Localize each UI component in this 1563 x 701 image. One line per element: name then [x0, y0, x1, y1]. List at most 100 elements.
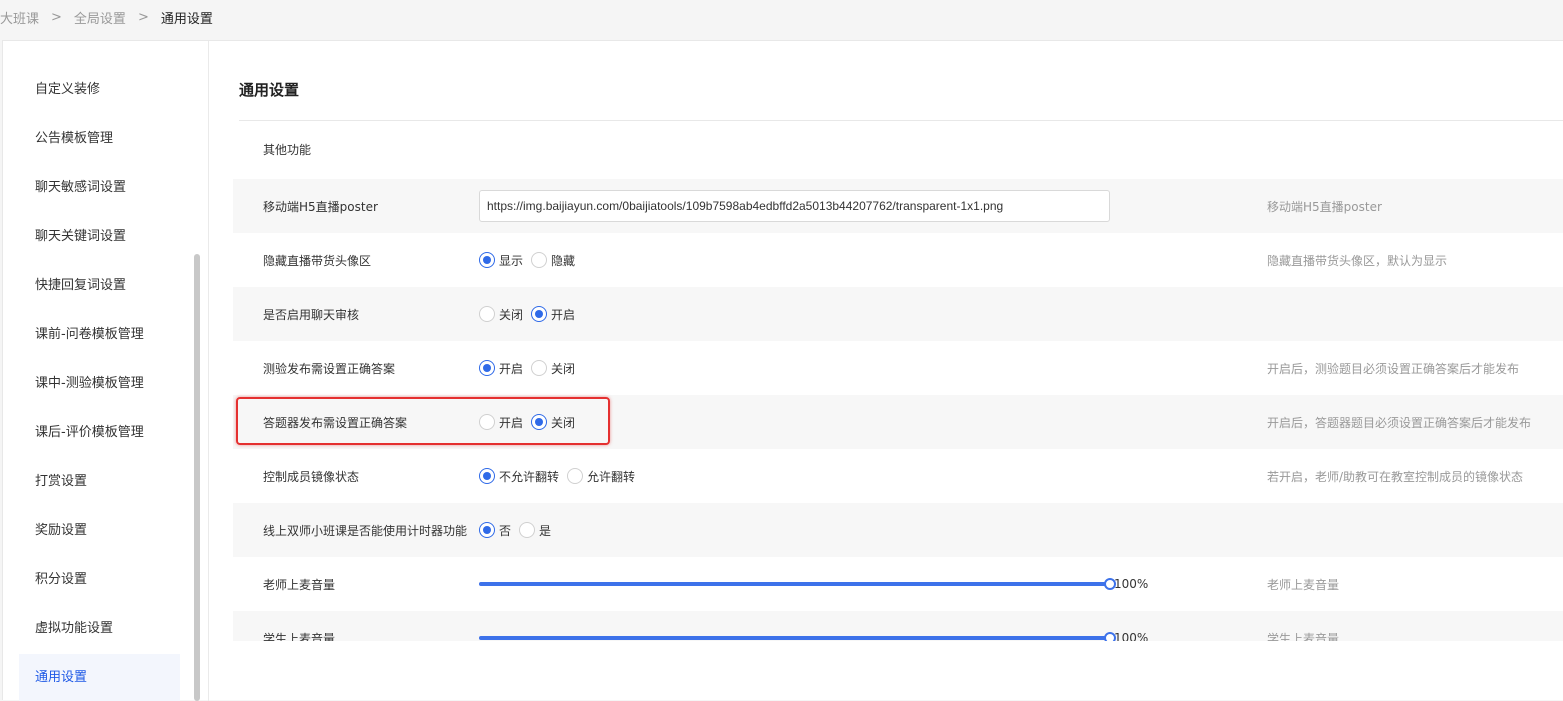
radio-unchecked-icon [479, 306, 495, 322]
divider [239, 120, 1563, 121]
radio-on[interactable]: 开启 [479, 414, 523, 431]
setting-label: 隐藏直播带货头像区 [263, 253, 372, 268]
setting-label: 答题器发布需设置正确答案 [263, 415, 408, 430]
sidebar-item-chat-sensitive-words[interactable]: 聊天敏感词设置 [19, 164, 180, 212]
radio-label: 隐藏 [551, 253, 576, 268]
setting-row-student-volume: 学生上麦音量 100% 学生上麦音量 [233, 611, 1563, 641]
radio-label: 显示 [499, 253, 524, 268]
radio-label: 开启 [551, 307, 576, 322]
slider-handle[interactable] [1104, 578, 1116, 590]
setting-label: 移动端H5直播poster [263, 199, 378, 214]
sidebar-scrollbar[interactable] [194, 254, 200, 701]
radio-off[interactable]: 关闭 [531, 414, 575, 431]
breadcrumb-separator: > [51, 9, 62, 25]
radio-unchecked-icon [567, 468, 584, 484]
sidebar-item-points[interactable]: 积分设置 [19, 556, 180, 604]
section-title: 其他功能 [263, 143, 312, 157]
sidebar-item-virtual-features[interactable]: 虚拟功能设置 [19, 605, 180, 653]
radio-off[interactable]: 关闭 [531, 360, 575, 377]
radio-show[interactable]: 显示 [479, 252, 523, 269]
sidebar-item-quick-replies[interactable]: 快捷回复词设置 [19, 262, 180, 310]
radio-unchecked-icon [519, 522, 536, 538]
radio-label: 不允许翻转 [499, 469, 560, 484]
setting-row-timer-feature: 线上双师小班课是否能使用计时器功能 否 是 [233, 503, 1563, 557]
setting-description: 隐藏直播带货头像区，默认为显示 [1267, 253, 1448, 268]
teacher-volume-slider[interactable] [479, 578, 1116, 590]
setting-description: 若开启，老师/助教可在教室控制成员的镜像状态 [1267, 469, 1524, 484]
radio-unchecked-icon [531, 252, 548, 268]
radio-label: 开启 [499, 415, 524, 430]
radio-unchecked-icon [531, 360, 548, 376]
radio-checked-icon [479, 522, 495, 538]
sidebar-item-custom-decoration[interactable]: 自定义装修 [19, 66, 180, 114]
radio-allow-flip[interactable]: 允许翻转 [567, 468, 635, 485]
breadcrumb: 大班课 > 全局设置 > 通用设置 [0, 0, 213, 34]
radio-yes[interactable]: 是 [519, 522, 551, 539]
radio-no-flip[interactable]: 不允许翻转 [479, 468, 559, 485]
page-title: 通用设置 [239, 81, 300, 99]
setting-description: 开启后，测验题目必须设置正确答案后才能发布 [1267, 361, 1520, 376]
sidebar-item-pre-class-survey[interactable]: 课前-问卷模板管理 [19, 311, 180, 359]
radio-group: 不允许翻转 允许翻转 [479, 468, 643, 485]
main-content: 通用设置 其他功能 移动端H5直播poster https://img.baij… [210, 41, 1563, 641]
poster-url-input[interactable]: https://img.baijiayun.com/0baijiatools/1… [479, 190, 1110, 222]
setting-row-chat-review: 是否启用聊天审核 关闭 开启 [233, 287, 1563, 341]
radio-checked-icon [479, 468, 495, 484]
radio-checked-icon [479, 252, 495, 268]
setting-description: 开启后，答题器题目必须设置正确答案后才能发布 [1267, 415, 1532, 430]
sidebar-item-general-settings[interactable]: 通用设置 [19, 654, 180, 701]
radio-group: 开启 关闭 [479, 360, 583, 377]
setting-description: 移动端H5直播poster [1267, 199, 1382, 214]
radio-label: 允许翻转 [587, 469, 636, 484]
breadcrumb-separator: > [137, 9, 149, 25]
setting-row-quiz-correct-answer: 测验发布需设置正确答案 开启 关闭 开启后，测验题目必须设置正确答案后才能发布 [233, 341, 1563, 395]
slider-fill [479, 636, 1110, 640]
radio-label: 关闭 [551, 361, 576, 376]
radio-checked-icon [531, 306, 548, 322]
sidebar-item-announcement-templates[interactable]: 公告模板管理 [19, 115, 180, 163]
sidebar-item-in-class-quiz[interactable]: 课中-测验模板管理 [19, 360, 180, 408]
setting-label: 测验发布需设置正确答案 [263, 361, 396, 376]
radio-hide[interactable]: 隐藏 [531, 252, 575, 269]
radio-unchecked-icon [479, 414, 495, 430]
radio-label: 开启 [499, 361, 524, 376]
radio-group: 显示 隐藏 [479, 252, 583, 269]
radio-group: 关闭 开启 [479, 306, 583, 323]
breadcrumb-item-class[interactable]: 大班课 [0, 8, 39, 27]
setting-row-answerer-correct-answer: 答题器发布需设置正确答案 开启 关闭 开启后，答题器题目必须设置正确答案后才能发… [233, 395, 1563, 449]
radio-checked-icon [479, 360, 495, 376]
settings-panel: 自定义装修 公告模板管理 聊天敏感词设置 聊天关键词设置 快捷回复词设置 课前-… [2, 40, 1563, 701]
breadcrumb-item-global-settings[interactable]: 全局设置 [74, 8, 126, 27]
setting-description: 老师上麦音量 [1267, 577, 1340, 592]
setting-row-hide-avatar-area: 隐藏直播带货头像区 显示 隐藏 隐藏直播带货头像区，默认为显示 [233, 233, 1563, 287]
sidebar: 自定义装修 公告模板管理 聊天敏感词设置 聊天关键词设置 快捷回复词设置 课前-… [3, 41, 209, 701]
radio-label: 是 [539, 523, 552, 538]
radio-on[interactable]: 开启 [479, 360, 523, 377]
radio-off[interactable]: 关闭 [479, 306, 523, 323]
slider-fill [479, 582, 1110, 586]
breadcrumb-current: 通用设置 [160, 11, 213, 27]
slider-handle[interactable] [1104, 632, 1116, 641]
sidebar-item-post-class-evaluation[interactable]: 课后-评价模板管理 [19, 409, 180, 457]
slider-value: 100% [1114, 577, 1149, 591]
setting-label: 学生上麦音量 [263, 631, 336, 642]
setting-label: 线上双师小班课是否能使用计时器功能 [263, 523, 468, 538]
radio-group: 否 是 [479, 522, 559, 539]
setting-row-h5-poster: 移动端H5直播poster https://img.baijiayun.com/… [233, 179, 1563, 233]
setting-label: 老师上麦音量 [263, 577, 336, 592]
radio-group: 开启 关闭 [479, 414, 583, 431]
setting-row-teacher-volume: 老师上麦音量 100% 老师上麦音量 [233, 557, 1563, 611]
setting-description: 学生上麦音量 [1267, 631, 1340, 642]
radio-label: 否 [499, 523, 512, 538]
radio-label: 关闭 [499, 307, 524, 322]
radio-no[interactable]: 否 [479, 522, 511, 539]
setting-label: 是否启用聊天审核 [263, 307, 360, 322]
sidebar-item-rewards[interactable]: 奖励设置 [19, 507, 180, 555]
setting-label: 控制成员镜像状态 [263, 469, 360, 484]
sidebar-item-tipping[interactable]: 打赏设置 [19, 458, 180, 506]
slider-value: 100% [1114, 631, 1149, 641]
student-volume-slider[interactable] [479, 632, 1116, 641]
radio-on[interactable]: 开启 [531, 306, 575, 323]
radio-label: 关闭 [551, 415, 576, 430]
sidebar-item-chat-keywords[interactable]: 聊天关键词设置 [19, 213, 180, 261]
